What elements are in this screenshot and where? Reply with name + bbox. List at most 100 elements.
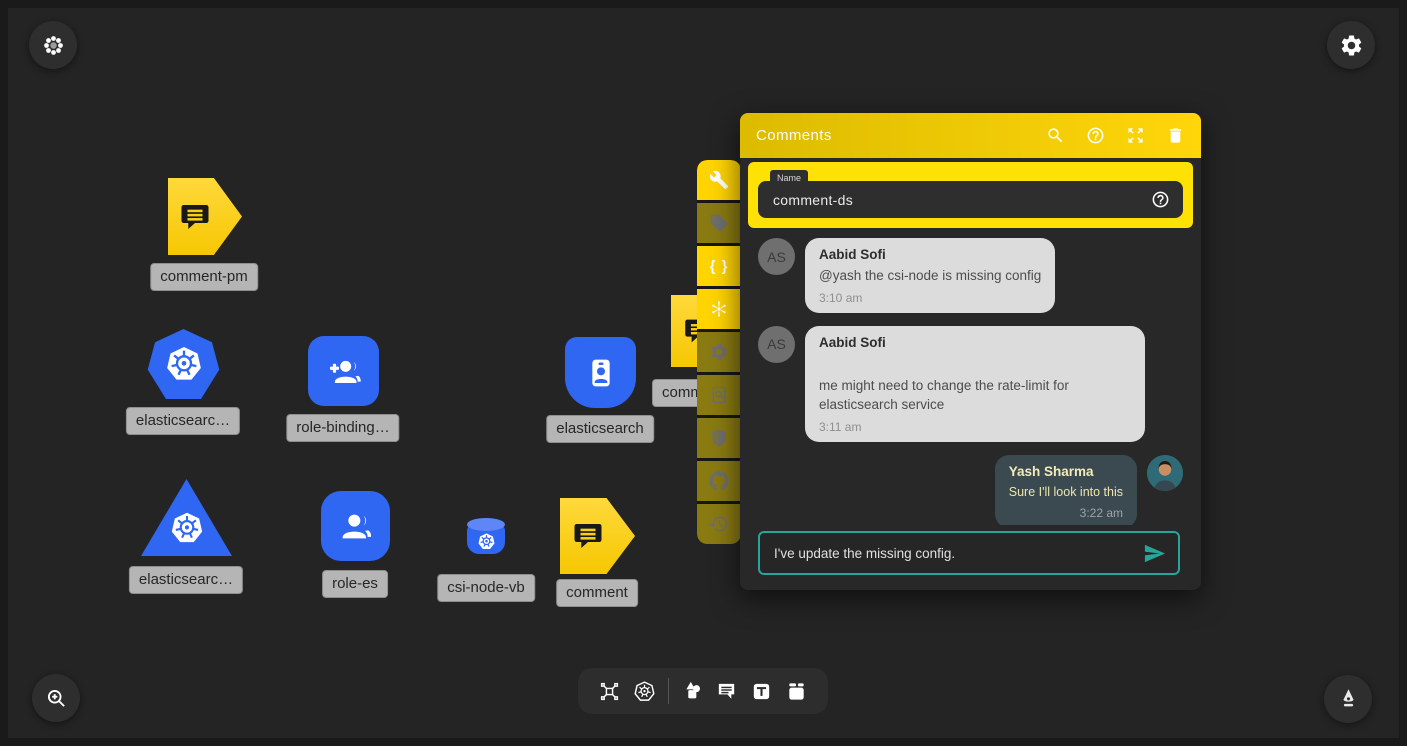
graph-icon xyxy=(598,680,621,703)
shapes-button[interactable] xyxy=(681,680,704,703)
doc-search-icon xyxy=(709,385,729,405)
settings-button[interactable] xyxy=(1327,21,1375,69)
kubernetes-icon xyxy=(477,532,496,551)
node-elasticsearch-hept[interactable] xyxy=(147,329,220,399)
kubernetes-icon xyxy=(169,510,205,546)
braces-icon: { } xyxy=(710,258,729,275)
wrench-tools-button[interactable] xyxy=(697,160,741,200)
avatar: AS xyxy=(758,326,795,363)
users-icon xyxy=(336,506,376,546)
message-author: Yash Sharma xyxy=(1009,464,1123,481)
app-menu-button[interactable] xyxy=(29,21,77,69)
node-label: csi-node-vb xyxy=(437,574,535,602)
message: Yash Sharma Sure I'll look into this 3:2… xyxy=(758,455,1183,525)
comment-tool-button[interactable] xyxy=(715,680,738,703)
message: AS Aabid Sofi @yash the csi-node is miss… xyxy=(758,238,1183,313)
text-icon xyxy=(750,680,773,703)
help-button[interactable] xyxy=(1086,126,1105,145)
pen-tool-button[interactable] xyxy=(1324,675,1372,723)
node-role-binding[interactable] xyxy=(308,336,379,406)
node-csi-node-vb[interactable] xyxy=(467,524,505,554)
kubernetes-icon xyxy=(164,344,204,384)
node-elasticsearch-tri[interactable] xyxy=(141,479,232,556)
trash-icon xyxy=(1166,126,1185,145)
message-time: 3:11 am xyxy=(819,421,1131,434)
help-icon xyxy=(1086,126,1105,145)
message-text: me might need to change the rate-limit f… xyxy=(819,377,1131,415)
send-button[interactable] xyxy=(1143,542,1166,565)
name-input-wrap xyxy=(758,181,1183,218)
search-icon xyxy=(1046,126,1065,145)
graph-mode-button[interactable] xyxy=(598,680,621,703)
tag-button[interactable] xyxy=(697,203,741,243)
comment-icon xyxy=(177,199,213,235)
message-time: 3:22 am xyxy=(1009,507,1123,520)
comments-panel: Comments Name xyxy=(740,113,1201,590)
comment-icon xyxy=(715,680,738,703)
node-label: elasticsearc… xyxy=(126,407,240,435)
node-label: comment-ds xyxy=(652,379,702,407)
panel-title: Comments xyxy=(756,127,832,144)
tag-icon xyxy=(709,213,729,233)
node-settings-button[interactable] xyxy=(697,332,741,372)
name-section: Name xyxy=(748,162,1193,228)
github-button[interactable] xyxy=(697,461,741,501)
message-bubble: Aabid Sofi me might need to change the r… xyxy=(805,326,1145,442)
design-canvas[interactable]: comment-pm elasticsearc… role-binding xyxy=(0,0,1407,746)
send-icon xyxy=(1143,542,1166,565)
message-bubble: Yash Sharma Sure I'll look into this 3:2… xyxy=(995,455,1137,525)
hub-icon xyxy=(709,299,729,319)
github-icon xyxy=(709,471,729,491)
help-icon[interactable] xyxy=(1151,190,1170,209)
node-label: comment xyxy=(556,579,638,607)
search-button[interactable] xyxy=(1046,126,1065,145)
message-list[interactable]: AS Aabid Sofi @yash the csi-node is miss… xyxy=(740,234,1201,525)
name-field-label: Name xyxy=(770,170,808,186)
bottom-dock xyxy=(578,668,828,714)
history-icon xyxy=(709,514,729,534)
hub-button[interactable] xyxy=(697,289,741,329)
name-input[interactable] xyxy=(771,191,1151,209)
node-role-es[interactable] xyxy=(321,491,390,561)
zoom-button[interactable] xyxy=(32,674,80,722)
shapes-icon xyxy=(681,680,704,703)
zoom-in-icon xyxy=(44,686,69,711)
expand-icon xyxy=(1126,126,1145,145)
node-elasticsearch-arch[interactable] xyxy=(565,337,636,408)
badge-icon xyxy=(581,353,621,393)
node-label: elasticsearch xyxy=(546,415,654,443)
message-author: Aabid Sofi xyxy=(819,335,1131,352)
node-label: role-binding… xyxy=(286,414,399,442)
node-comment-pm[interactable] xyxy=(168,178,242,255)
person-photo-icon xyxy=(1147,455,1183,491)
kubernetes-icon xyxy=(633,680,656,703)
message-bubble: Aabid Sofi @yash the csi-node is missing… xyxy=(805,238,1055,313)
braces-button[interactable]: { } xyxy=(697,246,741,286)
node-label: elasticsearc… xyxy=(129,566,243,594)
text-tool-button[interactable] xyxy=(750,680,773,703)
expand-button[interactable] xyxy=(1126,126,1145,145)
message-time: 3:10 am xyxy=(819,292,1041,305)
comments-panel-header[interactable]: Comments xyxy=(740,113,1201,158)
media-icon xyxy=(785,680,808,703)
kubernetes-view-button[interactable] xyxy=(633,680,656,703)
history-button[interactable] xyxy=(697,504,741,544)
doc-search-button[interactable] xyxy=(697,375,741,415)
pen-nib-icon xyxy=(1336,687,1361,712)
comment-input[interactable] xyxy=(772,545,1143,562)
delete-button[interactable] xyxy=(1166,126,1185,145)
comment-icon xyxy=(570,518,606,554)
media-tool-button[interactable] xyxy=(785,680,808,703)
panel-actions xyxy=(1046,126,1185,145)
node-action-toolbar: { } xyxy=(697,160,741,544)
message: AS Aabid Sofi me might need to change th… xyxy=(758,326,1183,442)
flower-icon xyxy=(41,33,66,58)
message-author: Aabid Sofi xyxy=(819,247,1041,264)
message-text: @yash the csi-node is missing config xyxy=(819,267,1041,286)
node-comment[interactable] xyxy=(560,498,635,574)
gear-icon xyxy=(709,342,729,362)
message-text: Sure I'll look into this xyxy=(1009,484,1123,502)
wrench-icon xyxy=(709,170,729,190)
node-label: comment-pm xyxy=(150,263,258,291)
shield-button[interactable] xyxy=(697,418,741,458)
